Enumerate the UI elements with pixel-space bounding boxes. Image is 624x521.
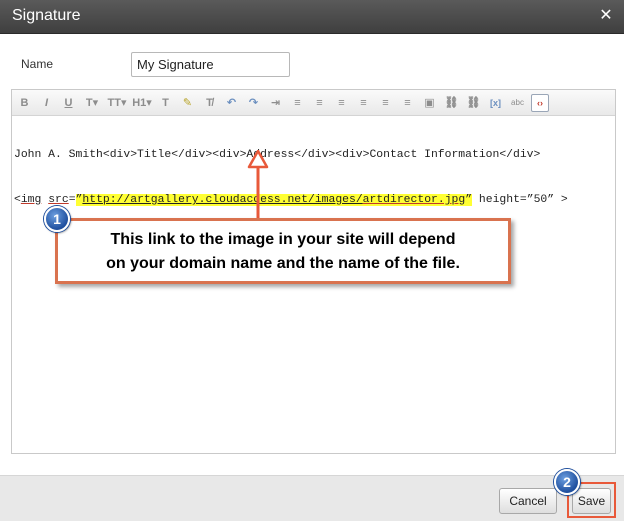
redo-icon[interactable]: ↷ [245,94,262,112]
text-color-icon[interactable]: T [157,94,174,112]
dialog-footer: Cancel Save [0,475,624,521]
dialog-title: Signature [12,7,81,24]
code-lt: < [14,194,21,206]
align-justify-icon[interactable]: ≡ [399,94,416,112]
editor-toolbar: B I U T▾ TT▾ H1▾ T ✎ T̸ ↶ ↷ ⇥ ≡ ≡ ≡ ≡ ≡ … [12,90,615,116]
align-right-icon[interactable]: ≡ [377,94,394,112]
name-input[interactable] [131,52,290,77]
annotation-callout: This link to the image in your site will… [55,218,511,284]
signature-dialog: Signature ✕ Name B I U T▾ TT▾ H1▾ T ✎ T̸… [0,0,624,521]
cancel-button[interactable]: Cancel [499,488,557,514]
variable-icon[interactable]: [x] [487,94,504,112]
code-line-1: John A. Smith<div>Title</div><div>Addres… [14,149,541,161]
image-icon[interactable]: ▣ [421,94,438,112]
font-size-icon[interactable]: TT▾ [107,94,127,112]
highlight-icon[interactable]: ✎ [179,94,196,112]
align-center-icon[interactable]: ≡ [355,94,372,112]
unlink-icon[interactable]: ⛓ [465,94,482,112]
close-icon[interactable]: ✕ [596,5,616,27]
code-src-attr: src [48,194,69,206]
step-1-badge: 1 [44,206,70,232]
clear-format-icon[interactable]: T̸ [201,94,218,112]
underline-icon[interactable]: U [60,94,77,112]
indent-icon[interactable]: ⇥ [267,94,284,112]
spellcheck-icon[interactable]: abc [509,94,526,112]
name-label: Name [21,57,54,71]
undo-icon[interactable]: ↶ [223,94,240,112]
save-button[interactable]: Save [572,488,611,514]
image-url-link: http://artgallery.cloudaccess.net/images… [82,194,363,206]
callout-line-1: This link to the image in your site will… [110,231,456,248]
callout-line-2: on your domain name and the name of the … [106,255,460,272]
html-source-textarea[interactable]: John A. Smith<div>Title</div><div>Addres… [14,118,614,452]
code-height-attr: height=”50” > [472,194,568,206]
link-icon[interactable]: ⛓ [443,94,460,112]
code-img-tag: img [20,194,42,206]
code-equals: = [68,194,76,206]
numbered-list-icon[interactable]: ≡ [289,94,306,112]
source-code-icon[interactable]: ‹› [531,93,549,112]
italic-icon[interactable]: I [38,94,55,112]
dialog-titlebar: Signature ✕ [0,0,624,34]
image-file-name: artdirector.jpg [362,194,466,206]
font-style-icon[interactable]: T▾ [82,94,102,112]
bold-icon[interactable]: B [16,94,33,112]
annotation-arrow [247,150,269,218]
bullet-list-icon[interactable]: ≡ [311,94,328,112]
step-2-badge: 2 [554,469,580,495]
code-line-2: <img src=”http://artgallery.cloudaccess.… [14,193,614,208]
align-left-icon[interactable]: ≡ [333,94,350,112]
heading-icon[interactable]: H1▾ [132,94,152,112]
